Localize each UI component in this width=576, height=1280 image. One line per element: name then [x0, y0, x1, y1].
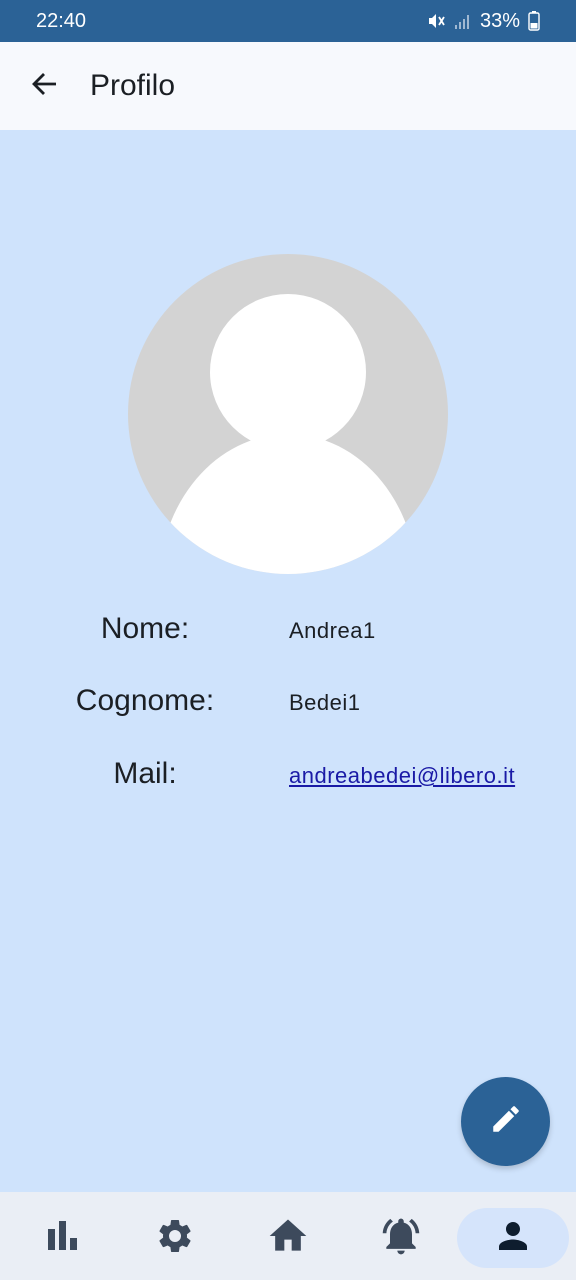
edit-profile-button[interactable]	[461, 1077, 550, 1166]
bar-chart-icon	[45, 1218, 81, 1259]
mail-link[interactable]: andreabedei@libero.it	[289, 763, 515, 789]
back-button[interactable]	[17, 58, 73, 114]
pencil-icon	[489, 1102, 523, 1141]
nav-item-profile[interactable]	[457, 1208, 569, 1268]
status-time: 22:40	[36, 9, 87, 32]
arrow-left-icon	[30, 69, 60, 104]
surname-label: Cognome:	[75, 684, 215, 717]
battery-text: 33%	[479, 9, 520, 32]
name-row: Nome: Andrea1	[0, 604, 576, 654]
bell-ring-icon	[379, 1214, 423, 1263]
gear-icon	[155, 1216, 195, 1261]
nav-item-home[interactable]	[232, 1208, 344, 1268]
status-icons: 33%	[426, 10, 540, 33]
page-title: Profilo	[90, 69, 176, 102]
name-label: Nome:	[100, 612, 190, 645]
person-icon	[492, 1215, 534, 1262]
mail-label: Mail:	[113, 757, 177, 790]
mail-row: Mail: andreabedei@libero.it	[0, 749, 576, 799]
nav-item-notifications[interactable]	[345, 1208, 457, 1268]
nav-item-stats[interactable]	[7, 1208, 119, 1268]
name-value: Andrea1	[289, 618, 376, 643]
app-bar: Profilo	[0, 42, 576, 130]
battery-icon	[528, 11, 540, 31]
signal-icon	[454, 12, 472, 30]
nav-item-settings[interactable]	[119, 1208, 231, 1268]
home-icon	[266, 1214, 310, 1263]
mute-icon	[426, 11, 446, 31]
surname-value: Bedei1	[289, 690, 361, 715]
surname-row: Cognome: Bedei1	[0, 676, 576, 726]
default-avatar-icon	[128, 254, 448, 574]
status-bar: 22:40 33%	[0, 0, 576, 42]
bottom-navigation	[0, 1192, 576, 1280]
